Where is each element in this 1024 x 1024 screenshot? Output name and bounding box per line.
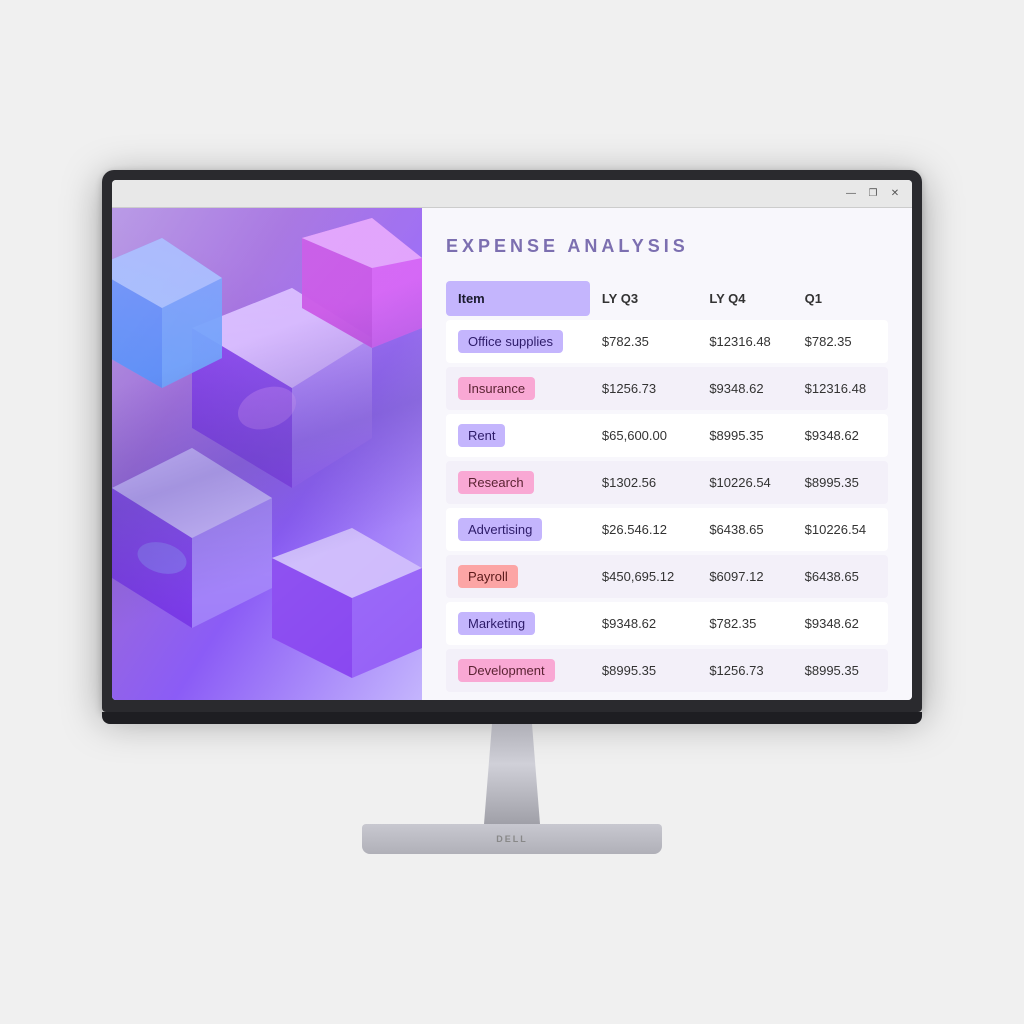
- table-row: Office supplies $782.35$12316.48$782.35: [446, 320, 888, 363]
- cell-lyq3: $450,695.12: [590, 555, 697, 598]
- art-panel: [112, 208, 422, 700]
- cell-lyq3: $65,600.00: [590, 414, 697, 457]
- table-row: Development $8995.35$1256.73$8995.35: [446, 649, 888, 692]
- col-item: Item: [446, 281, 590, 316]
- maximize-button[interactable]: ❐: [866, 187, 880, 201]
- screen-content: EXPENSE ANALYSIS Item LY Q3 LY Q4 Q1 Off…: [112, 208, 912, 700]
- monitor: — ❐ ✕: [102, 170, 922, 854]
- cell-lyq3: $1256.73: [590, 367, 697, 410]
- cell-q1: $8995.35: [793, 461, 888, 504]
- cell-item: Payroll: [446, 555, 590, 598]
- cell-q1: $782.35: [793, 320, 888, 363]
- table-row: Advertising $26.546.12$6438.65$10226.54: [446, 508, 888, 551]
- table-header-row: Item LY Q3 LY Q4 Q1: [446, 281, 888, 316]
- close-button[interactable]: ✕: [888, 187, 902, 201]
- item-label: Insurance: [458, 377, 535, 400]
- cell-lyq4: $8995.35: [697, 414, 792, 457]
- cell-item: Insurance: [446, 367, 590, 410]
- item-label: Marketing: [458, 612, 535, 635]
- title-bar: — ❐ ✕: [112, 180, 912, 208]
- cell-q1: $6438.65: [793, 555, 888, 598]
- table-row: Insurance $1256.73$9348.62$12316.48: [446, 367, 888, 410]
- cell-q1: $10226.54: [793, 508, 888, 551]
- item-label: Research: [458, 471, 534, 494]
- expense-title: EXPENSE ANALYSIS: [446, 236, 888, 257]
- cell-lyq3: $1302.56: [590, 461, 697, 504]
- cell-lyq3: $9348.62: [590, 602, 697, 645]
- item-label: Rent: [458, 424, 505, 447]
- cell-lyq3: $8995.35: [590, 649, 697, 692]
- monitor-bottom-bar: [102, 712, 922, 724]
- col-q1: Q1: [793, 281, 888, 316]
- cell-item: Rent: [446, 414, 590, 457]
- table-panel: EXPENSE ANALYSIS Item LY Q3 LY Q4 Q1 Off…: [422, 208, 912, 700]
- expense-table: Item LY Q3 LY Q4 Q1 Office supplies $782.…: [446, 277, 888, 696]
- table-row: Marketing $9348.62$782.35$9348.62: [446, 602, 888, 645]
- cell-item: Advertising: [446, 508, 590, 551]
- cell-lyq3: $782.35: [590, 320, 697, 363]
- cell-lyq3: $26.546.12: [590, 508, 697, 551]
- cell-q1: $8995.35: [793, 649, 888, 692]
- cell-q1: $9348.62: [793, 414, 888, 457]
- stand-neck: [472, 724, 552, 824]
- minimize-button[interactable]: —: [844, 187, 858, 201]
- cell-lyq4: $6438.65: [697, 508, 792, 551]
- cell-item: Marketing: [446, 602, 590, 645]
- table-row: Payroll $450,695.12$6097.12$6438.65: [446, 555, 888, 598]
- cell-lyq4: $12316.48: [697, 320, 792, 363]
- item-label: Office supplies: [458, 330, 563, 353]
- cell-item: Development: [446, 649, 590, 692]
- cell-item: Office supplies: [446, 320, 590, 363]
- col-lyq4: LY Q4: [697, 281, 792, 316]
- item-label: Advertising: [458, 518, 542, 541]
- table-row: Research $1302.56$10226.54$8995.35: [446, 461, 888, 504]
- item-label: Payroll: [458, 565, 518, 588]
- monitor-bezel: — ❐ ✕: [102, 170, 922, 712]
- col-lyq3: LY Q3: [590, 281, 697, 316]
- cell-lyq4: $782.35: [697, 602, 792, 645]
- table-row: Rent $65,600.00$8995.35$9348.62: [446, 414, 888, 457]
- monitor-screen: — ❐ ✕: [112, 180, 912, 700]
- cell-lyq4: $9348.62: [697, 367, 792, 410]
- monitor-stand: [102, 712, 922, 854]
- cell-item: Research: [446, 461, 590, 504]
- cell-lyq4: $1256.73: [697, 649, 792, 692]
- stand-base: [362, 824, 662, 854]
- cell-q1: $9348.62: [793, 602, 888, 645]
- cell-lyq4: $6097.12: [697, 555, 792, 598]
- cell-lyq4: $10226.54: [697, 461, 792, 504]
- cell-q1: $12316.48: [793, 367, 888, 410]
- item-label: Development: [458, 659, 555, 682]
- abstract-art: [112, 208, 422, 700]
